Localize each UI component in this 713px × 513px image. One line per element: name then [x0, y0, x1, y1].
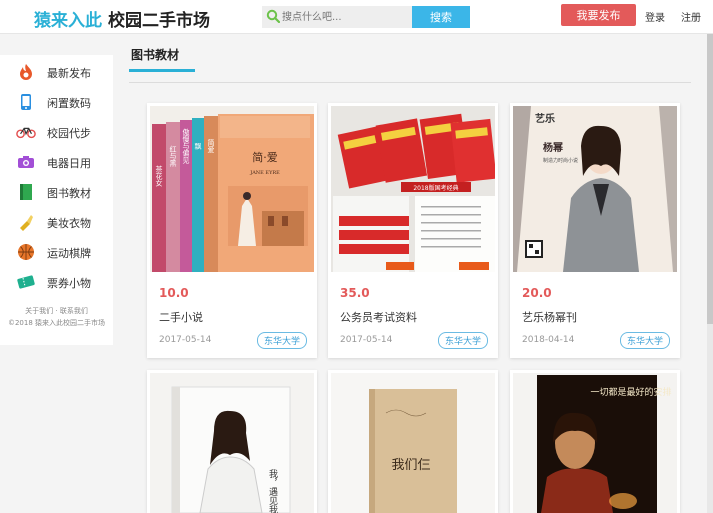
- svg-text:我，遇见我: 我，遇见我: [267, 469, 278, 513]
- footer-links[interactable]: 关于我们 · 联系我们: [0, 305, 113, 317]
- svg-text:杨幂: 杨幂: [543, 141, 564, 154]
- site-logo[interactable]: 猿来入此 校园二手市场: [34, 6, 210, 31]
- product-price: 10.0: [159, 286, 189, 300]
- svg-text:傲慢与偏见: 傲慢与偏见: [182, 128, 190, 165]
- svg-text:制造力时尚小说: 制造力时尚小说: [543, 157, 578, 164]
- section-title-underline: [129, 69, 195, 72]
- bicycle-icon: [16, 123, 36, 141]
- sidebar-item-beauty[interactable]: 美妆衣物: [0, 207, 113, 237]
- phone-icon: [16, 93, 36, 111]
- svg-text:红与黑: 红与黑: [169, 145, 177, 168]
- product-image-book-cover-man[interactable]: 一切都是最好的安排: [513, 373, 677, 513]
- sidebar-item-label: 闲置数码: [47, 97, 91, 110]
- section-title: 图书教材: [131, 48, 180, 62]
- product-card[interactable]: 2018版国考经典 35.0 公务员考试资料 2017-05-14 东华大学: [328, 103, 498, 358]
- search-icon: [266, 9, 280, 23]
- flame-icon: [16, 63, 36, 81]
- sidebar-item-appliances[interactable]: 电器日用: [0, 147, 113, 177]
- search-button[interactable]: 搜索: [412, 6, 470, 28]
- sidebar-item-label: 运动棋牌: [47, 247, 91, 260]
- sidebar-footer: 关于我们 · 联系我们 ©2018 猿来入此校园二手市场: [0, 305, 113, 329]
- ticket-icon: [16, 273, 36, 291]
- product-image-book-cover-beige[interactable]: 我们仨: [331, 373, 495, 513]
- svg-text:一切都是最好的安排: 一切都是最好的安排: [590, 386, 671, 398]
- product-date: 2017-05-14: [159, 335, 212, 345]
- product-card[interactable]: 我们仨: [328, 370, 498, 513]
- product-image-book-cover-woman[interactable]: 我，遇见我: [150, 373, 314, 513]
- scrollbar-thumb[interactable]: [707, 34, 713, 324]
- copyright: ©2018 猿来入此校园二手市场: [7, 319, 106, 327]
- product-image-novel-books[interactable]: 简·爱 JANE EYRE 茶花女 红与黑 傲慢与偏见 飘 简爱: [150, 106, 314, 272]
- sidebar-item-label: 电器日用: [47, 157, 91, 170]
- login-link[interactable]: 登录: [645, 9, 665, 24]
- sidebar-item-label: 校园代步: [47, 127, 91, 140]
- svg-text:2018版国考经典: 2018版国考经典: [413, 184, 458, 192]
- svg-text:JANE EYRE: JANE EYRE: [249, 170, 280, 176]
- sidebar-item-latest[interactable]: 最新发布: [0, 57, 113, 87]
- product-date: 2018-04-14: [522, 335, 575, 345]
- search-input[interactable]: [282, 8, 408, 26]
- publish-button[interactable]: 我要发布: [561, 4, 636, 26]
- product-card[interactable]: 艺乐 杨幂 制造力时尚小说 20.0 艺乐杨幂刊 2018-04-14 东华大学: [510, 103, 680, 358]
- product-image-magazine-cover[interactable]: 艺乐 杨幂 制造力时尚小说: [513, 106, 677, 272]
- product-price: 35.0: [340, 286, 370, 300]
- product-image-exam-books[interactable]: 2018版国考经典: [331, 106, 495, 272]
- svg-text:茶花女: 茶花女: [155, 165, 163, 188]
- svg-text:飘: 飘: [194, 143, 202, 151]
- category-sidebar: 最新发布 闲置数码 校园代步 电器日用 图书教材 美妆衣物 运动棋牌 票券小物 …: [0, 55, 113, 345]
- product-title[interactable]: 公务员考试资料: [340, 309, 417, 325]
- sidebar-item-sports[interactable]: 运动棋牌: [0, 237, 113, 267]
- school-badge[interactable]: 东华大学: [437, 332, 488, 349]
- basketball-icon: [16, 243, 36, 261]
- product-card[interactable]: 我，遇见我: [147, 370, 317, 513]
- search-box: [262, 6, 412, 28]
- site-title: 校园二手市场: [108, 11, 210, 31]
- sidebar-item-label: 图书教材: [47, 187, 91, 200]
- section-divider: [129, 82, 691, 83]
- lipstick-icon: [16, 213, 36, 231]
- sidebar-item-transport[interactable]: 校园代步: [0, 117, 113, 147]
- product-price: 20.0: [522, 286, 552, 300]
- camera-icon: [16, 153, 36, 171]
- svg-text:简爱: 简爱: [207, 138, 215, 154]
- product-title[interactable]: 二手小说: [159, 309, 203, 325]
- sidebar-item-books[interactable]: 图书教材: [0, 177, 113, 207]
- svg-text:艺乐: 艺乐: [535, 112, 555, 125]
- brand-name: 猿来入此: [34, 11, 102, 31]
- product-card[interactable]: 简·爱 JANE EYRE 茶花女 红与黑 傲慢与偏见 飘 简爱 10.0 二手…: [147, 103, 317, 358]
- book-icon: [16, 183, 36, 201]
- school-badge[interactable]: 东华大学: [619, 332, 670, 349]
- product-date: 2017-05-14: [340, 335, 393, 345]
- sidebar-item-label: 美妆衣物: [47, 217, 91, 230]
- sidebar-item-digital[interactable]: 闲置数码: [0, 87, 113, 117]
- school-badge[interactable]: 东华大学: [256, 332, 307, 349]
- product-title[interactable]: 艺乐杨幂刊: [522, 309, 577, 325]
- product-card[interactable]: 一切都是最好的安排: [510, 370, 680, 513]
- svg-text:简·爱: 简·爱: [252, 150, 278, 164]
- top-header: 猿来入此校园二手市场 搜索 我要发布 登录 注册: [0, 0, 713, 34]
- svg-text:我们仨: 我们仨: [391, 458, 430, 473]
- sidebar-item-label: 票券小物: [47, 277, 91, 290]
- sidebar-item-tickets[interactable]: 票券小物: [0, 267, 113, 297]
- sidebar-item-label: 最新发布: [47, 67, 91, 80]
- register-link[interactable]: 注册: [681, 9, 701, 24]
